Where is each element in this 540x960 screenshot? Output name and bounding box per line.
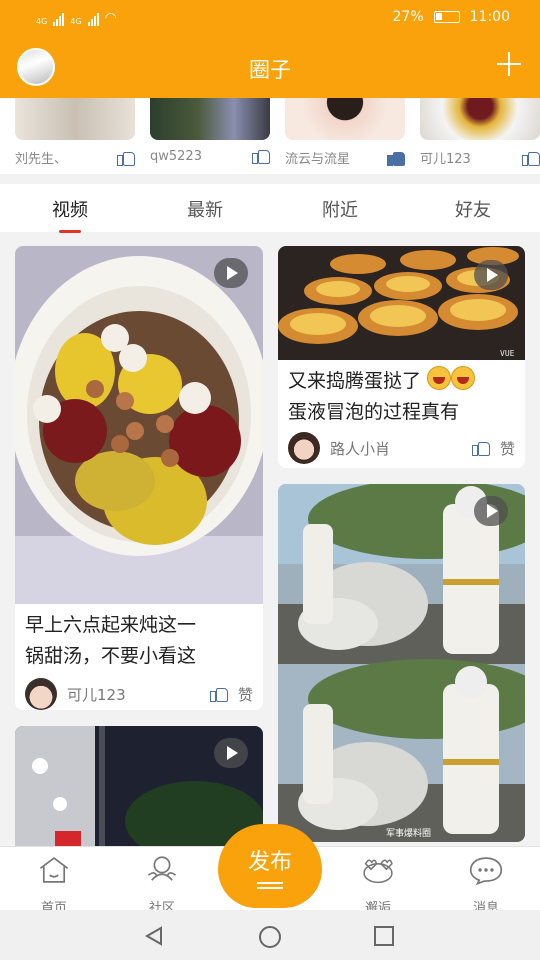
tab-video[interactable]: 视频 xyxy=(20,196,120,233)
video-thumbnail[interactable]: 军事爆料圈 xyxy=(278,484,525,842)
like-icon[interactable] xyxy=(522,150,540,166)
network-type-2: 4G xyxy=(70,17,82,26)
like-label[interactable]: 赞 xyxy=(500,438,515,459)
like-icon[interactable] xyxy=(252,148,270,164)
category-tabs: 视频 最新 附近 好友 xyxy=(0,184,540,233)
home-icon xyxy=(39,857,69,883)
play-icon[interactable] xyxy=(474,496,508,526)
video-card[interactable]: 军事爆料圈 xyxy=(278,484,525,842)
soup-image xyxy=(15,246,263,604)
story-name: 流云与流星 xyxy=(285,152,351,167)
story-name: 刘先生、 xyxy=(15,152,68,167)
story-thumbnail[interactable] xyxy=(285,98,405,140)
nav-community[interactable]: 社区 xyxy=(122,853,202,916)
publish-underline xyxy=(257,887,283,889)
publish-label: 发布 xyxy=(247,850,292,875)
recents-icon[interactable] xyxy=(373,925,395,947)
tab-label: 视频 xyxy=(52,200,88,221)
caption-text: 又来捣腾蛋挞了 xyxy=(288,370,422,392)
like-label[interactable]: 赞 xyxy=(238,684,253,705)
battery-percent: 27% xyxy=(392,9,424,25)
tab-nearby[interactable]: 附近 xyxy=(290,196,390,222)
laughing-emoji-icon xyxy=(451,366,476,390)
story-item[interactable]: 可儿123 xyxy=(420,98,540,167)
stories-strip: 刘先生、 qw5223 流云与流星 可儿123 xyxy=(0,98,540,174)
like-icon[interactable] xyxy=(471,440,490,456)
publish-underline xyxy=(257,882,283,884)
caption-line: 蛋液冒泡的过程真有 xyxy=(288,401,460,423)
network-type-1: 4G xyxy=(36,17,48,26)
story-thumbnail[interactable] xyxy=(420,98,540,140)
video-caption: 早上六点起来炖这一 锅甜汤，不要小看这 xyxy=(15,604,263,672)
caption-line: 早上六点起来炖这一 xyxy=(25,614,197,636)
header: 圈子 xyxy=(0,36,540,98)
signal-icon xyxy=(53,12,65,26)
video-thumbnail[interactable]: VUE xyxy=(278,246,525,360)
status-bar: 4G 4G ◠ 27% 11:00 xyxy=(0,0,540,36)
motorcade-image: 军事爆料圈 xyxy=(278,484,525,842)
author-row: 路人小肖 赞 xyxy=(278,432,525,464)
community-icon xyxy=(147,856,177,881)
home-circle-icon[interactable] xyxy=(258,925,282,949)
nav-messages[interactable]: 消息 xyxy=(446,853,526,916)
nav-home[interactable]: 首页 xyxy=(14,853,94,916)
video-watermark: VUE xyxy=(500,349,515,358)
caption-line: 锅甜汤，不要小看这 xyxy=(25,645,197,667)
tab-latest[interactable]: 最新 xyxy=(155,196,255,222)
play-icon[interactable] xyxy=(474,260,508,290)
author-name[interactable]: 路人小肖 xyxy=(330,438,390,459)
story-name: qw5223 xyxy=(150,148,202,164)
story-name: 可儿123 xyxy=(420,152,471,167)
message-icon xyxy=(469,857,503,886)
wifi-icon: ◠ xyxy=(104,10,117,26)
video-caption: 又来捣腾蛋挞了 蛋液冒泡的过程真有 xyxy=(278,360,525,428)
encounter-icon xyxy=(363,859,393,884)
like-icon[interactable] xyxy=(209,686,228,702)
tab-label: 附近 xyxy=(322,200,358,221)
add-icon[interactable] xyxy=(494,49,524,79)
video-card[interactable]: VUE 又来捣腾蛋挞了 蛋液冒泡的过程真有 路人小肖 赞 xyxy=(278,246,525,468)
story-item[interactable]: qw5223 xyxy=(150,98,270,164)
story-item[interactable]: 刘先生、 xyxy=(15,98,135,167)
system-navigation-bar xyxy=(0,910,540,960)
like-icon[interactable] xyxy=(117,150,135,166)
video-card[interactable]: 早上六点起来炖这一 锅甜汤，不要小看这 可儿123 赞 xyxy=(15,246,263,710)
tab-label: 最新 xyxy=(187,200,223,221)
author-avatar[interactable] xyxy=(288,432,320,464)
author-avatar[interactable] xyxy=(25,678,57,710)
tab-friends[interactable]: 好友 xyxy=(423,196,523,222)
author-name[interactable]: 可儿123 xyxy=(67,684,126,705)
battery-icon xyxy=(433,11,460,23)
video-watermark: 军事爆料圈 xyxy=(386,827,431,839)
signal-icon xyxy=(87,12,99,26)
video-thumbnail[interactable] xyxy=(15,246,263,604)
play-icon[interactable] xyxy=(214,738,248,768)
tab-label: 好友 xyxy=(455,200,491,221)
laughing-emoji-icon xyxy=(427,366,452,390)
video-feed: 早上六点起来炖这一 锅甜汤，不要小看这 可儿123 赞 VUE 又来捣腾蛋挞了 … xyxy=(0,232,540,846)
nav-encounter[interactable]: 邂逅 xyxy=(338,853,418,916)
story-thumbnail[interactable] xyxy=(15,98,135,140)
like-icon[interactable] xyxy=(387,150,405,166)
play-icon[interactable] xyxy=(214,258,248,288)
story-thumbnail[interactable] xyxy=(150,98,270,140)
caption-line: 又来捣腾蛋挞了 xyxy=(288,366,515,397)
publish-button[interactable]: 发布 xyxy=(218,824,322,908)
page-title: 圈子 xyxy=(249,58,291,82)
back-icon[interactable] xyxy=(143,925,165,947)
story-item[interactable]: 流云与流星 xyxy=(285,98,405,167)
author-row: 可儿123 赞 xyxy=(15,678,263,710)
clock: 11:00 xyxy=(469,9,510,25)
